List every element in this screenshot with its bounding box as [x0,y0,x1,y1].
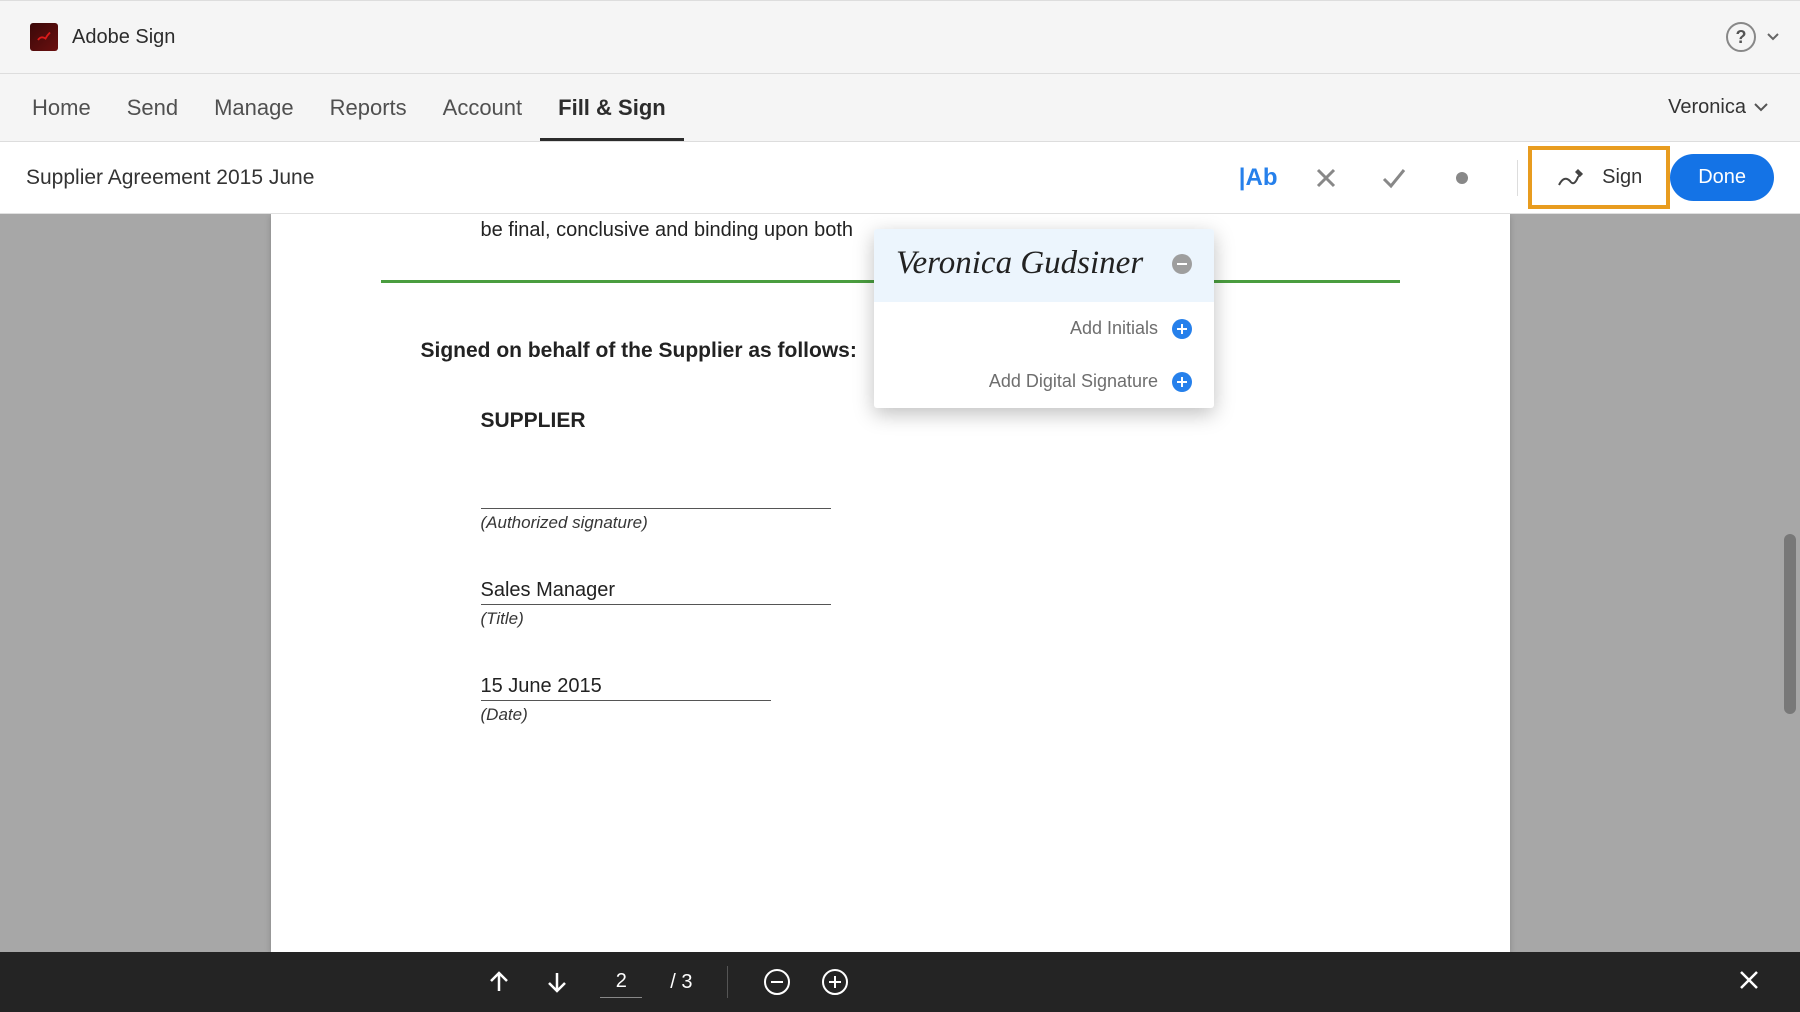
add-digital-signature-option[interactable]: Add Digital Signature [874,355,1214,408]
app-title: Adobe Sign [72,26,175,49]
separator [1517,160,1518,196]
date-caption: (Date) [481,705,1300,725]
dot-icon [1456,172,1468,184]
signature-line[interactable] [481,485,831,509]
check-tool[interactable] [1379,163,1409,193]
saved-signature: Veronica Gudsiner [896,245,1143,282]
add-initials-label: Add Initials [896,318,1158,339]
title-caption: (Title) [481,609,1300,629]
date-field[interactable]: 15 June 2015 [481,673,771,701]
tab-reports[interactable]: Reports [312,74,425,141]
add-digital-label: Add Digital Signature [896,371,1158,392]
user-menu[interactable]: Veronica [1668,96,1768,119]
zoom-in-button[interactable] [820,967,850,997]
sign-button[interactable]: Sign [1528,146,1670,209]
cross-tool[interactable] [1311,163,1341,193]
supplier-label: SUPPLIER [481,409,1300,433]
tab-send[interactable]: Send [109,74,196,141]
plus-icon [1172,372,1192,392]
signature-caption: (Authorized signature) [481,513,1300,533]
signature-icon [1556,167,1586,189]
arrow-down-icon [544,969,570,995]
fill-tools: |Ab [1243,163,1477,193]
page-down-button[interactable] [542,967,572,997]
app-logo [30,23,58,51]
chevron-down-icon [1754,103,1768,113]
separator [727,966,728,998]
signature-dropdown: Veronica Gudsiner Add Initials Add Digit… [874,229,1214,408]
tab-fill-sign[interactable]: Fill & Sign [540,74,684,141]
plus-icon [1172,319,1192,339]
tab-account[interactable]: Account [425,74,541,141]
tab-bar: Home Send Manage Reports Account Fill & … [0,74,1800,142]
text-tool[interactable]: |Ab [1243,163,1273,193]
page-up-button[interactable] [484,967,514,997]
add-initials-option[interactable]: Add Initials [874,302,1214,355]
close-icon [1738,969,1760,991]
x-icon [1315,167,1337,189]
zoom-in-icon [821,968,849,996]
toolbar: Supplier Agreement 2015 June |Ab Sign Do… [0,142,1800,214]
text-cursor-icon: | [1239,164,1246,192]
close-toolbar-button[interactable] [1738,969,1760,996]
app-header: Adobe Sign ? [0,0,1800,74]
chevron-down-icon [1766,32,1780,42]
help-menu[interactable]: ? [1726,22,1780,52]
sign-label: Sign [1602,166,1642,189]
tab-manage[interactable]: Manage [196,74,312,141]
scrollbar-thumb[interactable] [1784,534,1796,714]
title-field[interactable]: Sales Manager [481,577,831,605]
page-total: / 3 [670,971,692,994]
done-button[interactable]: Done [1670,154,1774,201]
arrow-up-icon [486,969,512,995]
remove-icon[interactable] [1172,254,1192,274]
bottom-bar: / 3 [0,952,1800,1012]
signature-option[interactable]: Veronica Gudsiner [874,229,1214,302]
tab-home[interactable]: Home [32,74,109,141]
page-number-input[interactable] [600,966,642,998]
zoom-out-icon [763,968,791,996]
zoom-out-button[interactable] [762,967,792,997]
check-icon [1381,167,1407,189]
scrollbar[interactable] [1784,214,1798,952]
document-title: Supplier Agreement 2015 June [26,166,314,190]
user-name: Veronica [1668,96,1746,119]
dot-tool[interactable] [1447,163,1477,193]
help-icon: ? [1726,22,1756,52]
